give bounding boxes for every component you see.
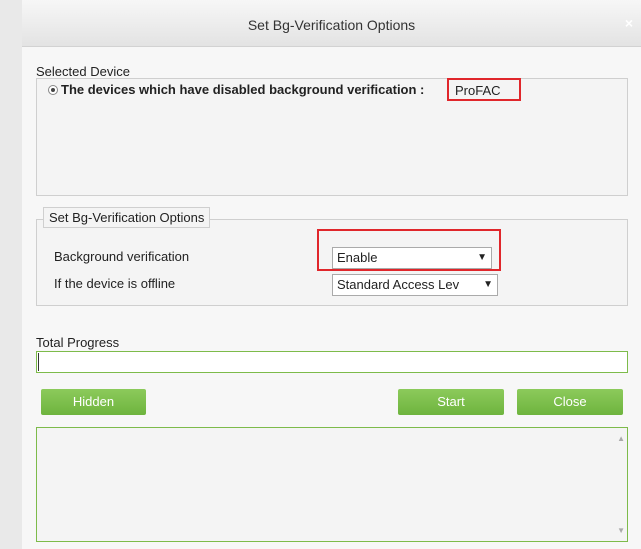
left-background-strip: [0, 0, 23, 549]
total-progress-bar: [36, 351, 628, 373]
offline-select[interactable]: Standard Access Lev ▼: [332, 274, 498, 296]
chevron-down-icon: ▼: [483, 279, 493, 290]
offline-value: Standard Access Lev: [337, 277, 460, 292]
background-verification-highlight-box: [317, 229, 501, 271]
progress-fill: [38, 353, 39, 371]
selected-device-label: Selected Device: [36, 64, 130, 79]
disabled-devices-option-text: The devices which have disabled backgrou…: [61, 82, 425, 97]
total-progress-label: Total Progress: [36, 335, 120, 350]
set-bg-verification-dialog: Set Bg-Verification Options × Selected D…: [0, 0, 641, 549]
device-name-highlight-box: [447, 78, 521, 101]
close-icon[interactable]: ×: [625, 15, 633, 31]
dialog-title-bar[interactable]: Set Bg-Verification Options ×: [22, 0, 641, 47]
hidden-button[interactable]: Hidden: [41, 389, 146, 415]
device-radio-button[interactable]: [48, 85, 58, 95]
scroll-up-icon[interactable]: ▲: [617, 434, 625, 443]
background-verification-label: Background verification: [54, 249, 190, 264]
scroll-down-icon[interactable]: ▼: [617, 526, 625, 535]
close-button[interactable]: Close: [517, 389, 623, 415]
offline-label: If the device is offline: [54, 276, 176, 291]
progress-log-area[interactable]: ▲ ▼: [36, 427, 628, 542]
selected-device-panel: The devices which have disabled backgrou…: [36, 78, 628, 196]
start-button[interactable]: Start: [398, 389, 504, 415]
dialog-title: Set Bg-Verification Options: [247, 17, 416, 33]
options-legend: Set Bg-Verification Options: [43, 207, 211, 228]
